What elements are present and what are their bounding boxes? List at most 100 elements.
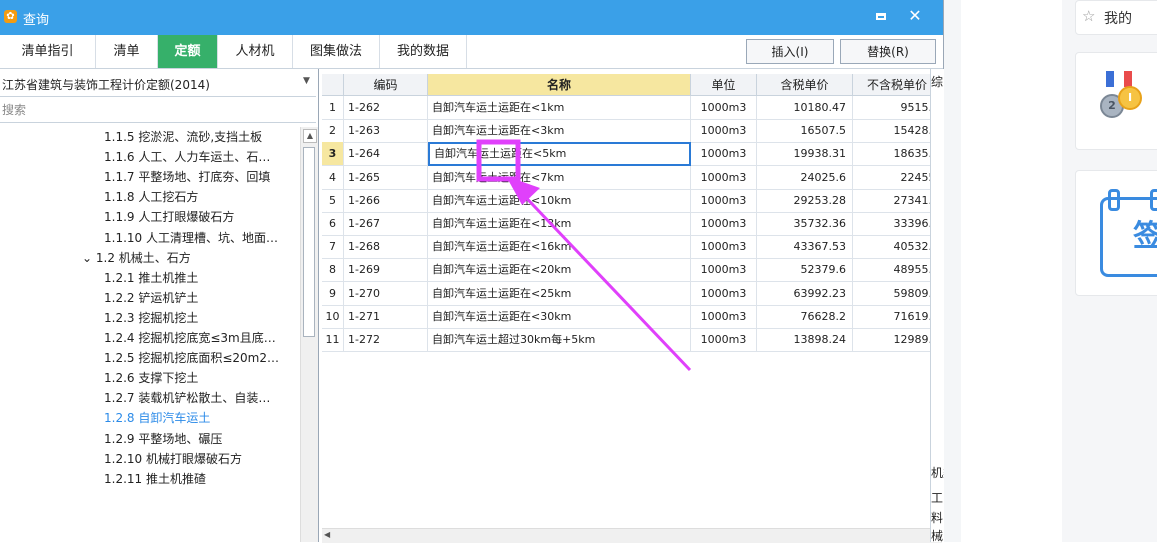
code-cell[interactable]: 1-268	[344, 235, 428, 260]
name-cell[interactable]: 自卸汽车运土运距在<3km	[428, 119, 691, 144]
tax-price-cell[interactable]: 29253.28	[757, 188, 853, 213]
table-row[interactable]: 7 1-268 自卸汽车运土运距在<16km 1000m3 43367.53 40532.…	[322, 235, 942, 260]
tab-atlas-method[interactable]: 图集做法	[293, 35, 380, 68]
row-index-cell[interactable]: 5	[322, 188, 344, 213]
medal-card[interactable]: 2 I	[1075, 52, 1157, 150]
tree-item[interactable]: 1.1.10 人工清理槽、坑、地面…	[104, 228, 278, 248]
code-cell[interactable]: 1-263	[344, 119, 428, 144]
sign-in-card[interactable]: 签	[1075, 170, 1157, 296]
notax-price-cell[interactable]: 15428.8	[853, 119, 942, 144]
chevron-down-icon[interactable]: ⌄	[82, 251, 96, 265]
table-row[interactable]: 4 1-265 自卸汽车运土运距在<7km 1000m3 24025.6 22455.	[322, 165, 942, 190]
tax-price-cell[interactable]: 24025.6	[757, 165, 853, 190]
unit-cell[interactable]: 1000m3	[691, 328, 757, 352]
unit-cell[interactable]: 1000m3	[691, 188, 757, 213]
column-header-unit[interactable]: 单位	[691, 74, 757, 96]
tax-price-cell[interactable]: 43367.53	[757, 235, 853, 260]
tax-price-cell[interactable]: 52379.6	[757, 258, 853, 283]
tree-item[interactable]: 1.2.8 自卸汽车运土	[104, 408, 210, 428]
column-header-name[interactable]: 名称	[428, 74, 691, 96]
table-row[interactable]: 8 1-269 自卸汽车运土运距在<20km 1000m3 52379.6 48955.8	[322, 258, 942, 283]
unit-cell[interactable]: 1000m3	[691, 119, 757, 144]
code-cell[interactable]: 1-271	[344, 304, 428, 329]
tree-item[interactable]: 1.2.4 挖掘机挖底宽≤3m且底…	[104, 328, 276, 348]
my-favorites-card[interactable]: ☆ 我的	[1075, 0, 1157, 35]
unit-cell[interactable]: 1000m3	[691, 142, 757, 167]
scrollbar-thumb[interactable]	[303, 147, 315, 337]
code-cell[interactable]: 1-266	[344, 188, 428, 213]
unit-cell[interactable]: 1000m3	[691, 165, 757, 190]
table-row[interactable]: 6 1-267 自卸汽车运土运距在<13km 1000m3 35732.36 33396.…	[322, 212, 942, 236]
tree-item[interactable]: 1.2.10 机械打眼爆破石方	[104, 449, 242, 469]
unit-cell[interactable]: 1000m3	[691, 96, 757, 120]
tree-item[interactable]: 1.2.3 挖掘机挖土	[104, 308, 198, 328]
tree-item[interactable]: 1.2.1 推土机推土	[104, 268, 198, 288]
tax-price-cell[interactable]: 16507.5	[757, 119, 853, 144]
table-row[interactable]: 10 1-271 自卸汽车运土运距在<30km 1000m3 76628.2 71619.…	[322, 304, 942, 329]
tax-price-cell[interactable]: 35732.36	[757, 212, 853, 236]
insert-button[interactable]: 插入(I)	[746, 39, 834, 64]
notax-price-cell[interactable]: 18635.4	[853, 142, 942, 167]
tree-item[interactable]: 1.2.2 铲运机铲土	[104, 288, 198, 308]
tree-item[interactable]: 1.2.5 挖掘机挖底面积≤20m2…	[104, 348, 279, 368]
row-index-cell[interactable]: 10	[322, 304, 344, 329]
tree-item[interactable]: 1.1.9 人工打眼爆破石方	[104, 207, 234, 227]
row-index-cell[interactable]: 9	[322, 281, 344, 306]
notax-price-cell[interactable]: 12989.6	[853, 328, 942, 352]
notax-price-cell[interactable]: 59809.3	[853, 281, 942, 306]
scroll-left-icon[interactable]: ◀	[324, 530, 330, 539]
unit-cell[interactable]: 1000m3	[691, 281, 757, 306]
code-cell[interactable]: 1-262	[344, 96, 428, 120]
replace-button[interactable]: 替换(R)	[840, 39, 936, 64]
code-cell[interactable]: 1-267	[344, 212, 428, 236]
table-row[interactable]: 3 1-264 自卸汽车运土运距在<5km 1000m3 19938.31 18635.4	[322, 142, 942, 167]
close-button[interactable]: ✕	[905, 6, 925, 26]
code-cell[interactable]: 1-265	[344, 165, 428, 190]
name-cell[interactable]: 自卸汽车运土运距在<5km	[428, 142, 691, 167]
tree-item[interactable]: 1.1.8 人工挖石方	[104, 187, 198, 207]
search-input[interactable]	[0, 100, 318, 120]
row-index-cell[interactable]: 1	[322, 96, 344, 120]
table-row[interactable]: 5 1-266 自卸汽车运土运距在<10km 1000m3 29253.28 27341.…	[322, 188, 942, 213]
notax-price-cell[interactable]: 40532.9	[853, 235, 942, 260]
tree-item[interactable]: 1.2.9 平整场地、碾压	[104, 429, 222, 449]
notax-price-cell[interactable]: 33396.9	[853, 212, 942, 236]
column-header-notax-price[interactable]: 不含税单价	[853, 74, 942, 96]
row-index-cell[interactable]: 3	[322, 142, 344, 167]
grid-horizontal-scrollbar[interactable]: ◀	[322, 528, 942, 543]
unit-cell[interactable]: 1000m3	[691, 212, 757, 236]
name-cell[interactable]: 自卸汽车运土超过30km每+5km	[428, 328, 691, 352]
tree-item[interactable]: 1.2.6 支撑下挖土	[104, 368, 198, 388]
scroll-up-icon[interactable]: ▲	[303, 129, 317, 143]
tax-price-cell[interactable]: 76628.2	[757, 304, 853, 329]
tax-price-cell[interactable]: 63992.23	[757, 281, 853, 306]
tab-bill[interactable]: 清单	[96, 35, 158, 68]
name-cell[interactable]: 自卸汽车运土运距在<7km	[428, 165, 691, 190]
name-cell[interactable]: 自卸汽车运土运距在<25km	[428, 281, 691, 306]
tree-item[interactable]: 1.1.5 挖淤泥、流砂,支挡土板	[104, 127, 262, 147]
tab-bill-guide[interactable]: 清单指引	[0, 35, 96, 68]
code-cell[interactable]: 1-272	[344, 328, 428, 352]
table-row[interactable]: 2 1-263 自卸汽车运土运距在<3km 1000m3 16507.5 15428.8	[322, 119, 942, 144]
tree-item[interactable]: 1.2.11 推土机推碴	[104, 469, 206, 489]
tree-item[interactable]: 1.1.6 人工、人力车运土、石…	[104, 147, 270, 167]
notax-price-cell[interactable]: 48955.8	[853, 258, 942, 283]
column-header-code[interactable]: 编码	[344, 74, 428, 96]
notax-price-cell[interactable]: 71619.2	[853, 304, 942, 329]
maximize-button[interactable]	[872, 8, 890, 26]
name-cell[interactable]: 自卸汽车运土运距在<1km	[428, 96, 691, 120]
title-bar[interactable]: ✿ 查询 ✕	[0, 0, 943, 35]
notax-price-cell[interactable]: 27341.4	[853, 188, 942, 213]
name-cell[interactable]: 自卸汽车运土运距在<20km	[428, 258, 691, 283]
row-index-cell[interactable]: 4	[322, 165, 344, 190]
code-cell[interactable]: 1-270	[344, 281, 428, 306]
notax-price-cell[interactable]: 22455.	[853, 165, 942, 190]
unit-cell[interactable]: 1000m3	[691, 258, 757, 283]
tab-labor-material-machine[interactable]: 人材机	[218, 35, 293, 68]
table-row[interactable]: 11 1-272 自卸汽车运土超过30km每+5km 1000m3 13898.24 12…	[322, 328, 942, 352]
row-index-cell[interactable]: 2	[322, 119, 344, 144]
tab-my-data[interactable]: 我的数据	[380, 35, 467, 68]
tax-price-cell[interactable]: 10180.47	[757, 96, 853, 120]
name-cell[interactable]: 自卸汽车运土运距在<10km	[428, 188, 691, 213]
tax-price-cell[interactable]: 13898.24	[757, 328, 853, 352]
